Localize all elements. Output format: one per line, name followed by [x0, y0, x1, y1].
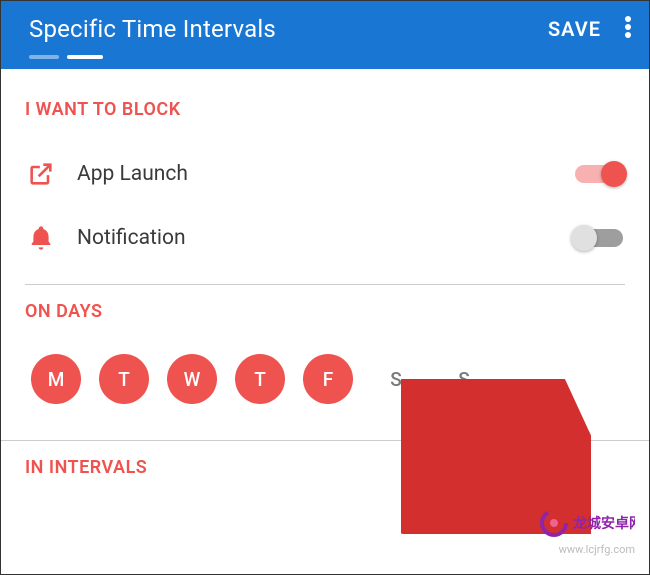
day-mon[interactable]: M	[31, 354, 81, 404]
block-label-notification: Notification	[77, 226, 575, 250]
block-row-app-launch: App Launch	[25, 142, 625, 206]
day-wed[interactable]: W	[167, 354, 217, 404]
block-row-notification: Notification	[25, 206, 625, 270]
open-in-new-icon	[27, 160, 55, 188]
day-sat[interactable]: S	[371, 354, 421, 404]
section-label-intervals: IN INTERVALS	[25, 457, 625, 478]
save-button[interactable]: SAVE	[548, 17, 601, 41]
day-picker: M T W T F S S	[25, 344, 625, 426]
divider	[25, 284, 625, 285]
day-sun[interactable]: S	[439, 354, 489, 404]
day-thu[interactable]: T	[235, 354, 285, 404]
tab-indicator[interactable]	[29, 55, 103, 59]
page-title: Specific Time Intervals	[29, 15, 548, 43]
section-label-days: ON DAYS	[25, 301, 625, 322]
block-label-app-launch: App Launch	[77, 162, 575, 186]
app-bar: Specific Time Intervals SAVE	[1, 1, 649, 69]
day-fri[interactable]: F	[303, 354, 353, 404]
bell-icon	[27, 224, 55, 252]
section-label-block: I WANT TO BLOCK	[25, 99, 625, 120]
toggle-app-launch[interactable]	[575, 165, 623, 183]
overflow-menu-icon[interactable]	[625, 16, 631, 38]
day-tue[interactable]: T	[99, 354, 149, 404]
divider	[1, 440, 649, 441]
toggle-notification[interactable]	[575, 229, 623, 247]
